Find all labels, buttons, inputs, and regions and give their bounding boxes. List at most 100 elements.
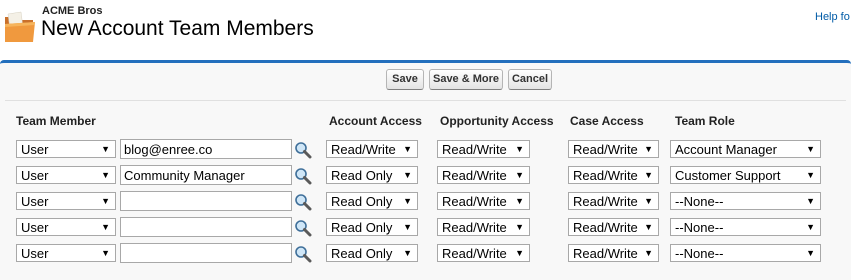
- account-access-select-value: Read Only: [331, 220, 393, 235]
- chevron-down-icon: ▼: [403, 170, 412, 180]
- member-type-select[interactable]: User ▼: [16, 244, 116, 262]
- account-access-select-value: Read Only: [331, 194, 393, 209]
- account-access-select[interactable]: Read Only ▼: [326, 244, 418, 262]
- case-access-select-value: Read/Write: [573, 142, 638, 157]
- chevron-down-icon: ▼: [403, 248, 412, 258]
- opportunity-access-select[interactable]: Read/Write ▼: [437, 244, 530, 262]
- member-type-select-value: User: [21, 220, 49, 235]
- team-role-select[interactable]: --None-- ▼: [670, 244, 821, 262]
- team-role-select[interactable]: Customer Support ▼: [670, 166, 821, 184]
- column-header-opportunity-access: Opportunity Access: [440, 114, 554, 128]
- account-access-select-value: Read Only: [331, 246, 393, 261]
- chevron-down-icon: ▼: [644, 170, 653, 180]
- account-access-select[interactable]: Read Only ▼: [326, 218, 418, 236]
- chevron-down-icon: ▼: [515, 222, 524, 232]
- chevron-down-icon: ▼: [403, 222, 412, 232]
- divider: [5, 100, 846, 101]
- chevron-down-icon: ▼: [515, 144, 524, 154]
- lookup-search-icon[interactable]: [294, 193, 312, 211]
- chevron-down-icon: ▼: [806, 144, 815, 154]
- opportunity-access-select[interactable]: Read/Write ▼: [437, 166, 530, 184]
- member-type-select[interactable]: User ▼: [16, 166, 116, 184]
- opportunity-access-select-value: Read/Write: [442, 246, 507, 261]
- team-role-select[interactable]: --None-- ▼: [670, 192, 821, 210]
- column-header-team-role: Team Role: [675, 114, 735, 128]
- member-name-input[interactable]: [120, 165, 292, 185]
- opportunity-access-select[interactable]: Read/Write ▼: [437, 140, 530, 158]
- case-access-select-value: Read/Write: [573, 168, 638, 183]
- account-access-select[interactable]: Read Only ▼: [326, 192, 418, 210]
- chevron-down-icon: ▼: [644, 222, 653, 232]
- column-header-team-member: Team Member: [16, 114, 96, 128]
- team-role-select-value: Customer Support: [675, 168, 781, 183]
- chevron-down-icon: ▼: [515, 196, 524, 206]
- page-header: ACME Bros New Account Team Members Help …: [0, 0, 851, 60]
- chevron-down-icon: ▼: [515, 248, 524, 258]
- chevron-down-icon: ▼: [644, 196, 653, 206]
- member-name-input[interactable]: [120, 217, 292, 237]
- opportunity-access-select-value: Read/Write: [442, 142, 507, 157]
- member-name-input[interactable]: [120, 191, 292, 211]
- chevron-down-icon: ▼: [101, 248, 110, 258]
- chevron-down-icon: ▼: [101, 222, 110, 232]
- lookup-search-icon[interactable]: [294, 245, 312, 263]
- opportunity-access-select[interactable]: Read/Write ▼: [437, 218, 530, 236]
- team-role-select-value: --None--: [675, 246, 724, 261]
- opportunity-access-select-value: Read/Write: [442, 168, 507, 183]
- chevron-down-icon: ▼: [806, 248, 815, 258]
- folder-icon: [5, 11, 35, 42]
- opportunity-access-select-value: Read/Write: [442, 220, 507, 235]
- chevron-down-icon: ▼: [806, 196, 815, 206]
- case-access-select[interactable]: Read/Write ▼: [568, 244, 659, 262]
- column-header-case-access: Case Access: [570, 114, 644, 128]
- team-members-panel: Save Save & More Cancel Team Member Acco…: [0, 60, 851, 280]
- member-type-select-value: User: [21, 246, 49, 261]
- chevron-down-icon: ▼: [806, 222, 815, 232]
- chevron-down-icon: ▼: [806, 170, 815, 180]
- member-name-input[interactable]: [120, 139, 292, 159]
- member-type-select[interactable]: User ▼: [16, 140, 116, 158]
- member-type-select[interactable]: User ▼: [16, 192, 116, 210]
- team-role-select-value: --None--: [675, 220, 724, 235]
- case-access-select[interactable]: Read/Write ▼: [568, 140, 659, 158]
- team-role-select-value: Account Manager: [675, 142, 777, 157]
- opportunity-access-select[interactable]: Read/Write ▼: [437, 192, 530, 210]
- team-role-select[interactable]: Account Manager ▼: [670, 140, 821, 158]
- chevron-down-icon: ▼: [644, 144, 653, 154]
- team-member-row: User▼Read Only▼Read/Write▼Read/Write▼Cus…: [0, 164, 851, 186]
- breadcrumb[interactable]: ACME Bros: [42, 5, 103, 17]
- case-access-select[interactable]: Read/Write ▼: [568, 218, 659, 236]
- save-button[interactable]: Save: [386, 69, 424, 90]
- account-access-select[interactable]: Read/Write ▼: [326, 140, 418, 158]
- case-access-select[interactable]: Read/Write ▼: [568, 166, 659, 184]
- chevron-down-icon: ▼: [515, 170, 524, 180]
- help-link[interactable]: Help fo: [815, 11, 850, 23]
- member-type-select-value: User: [21, 168, 49, 183]
- lookup-search-icon[interactable]: [294, 141, 312, 159]
- team-member-row: User ▼ Read Only ▼ Read/Write ▼ Read/Write ▼ --N…: [0, 190, 851, 212]
- member-name-input[interactable]: [120, 243, 292, 263]
- column-header-account-access: Account Access: [329, 114, 422, 128]
- case-access-select[interactable]: Read/Write ▼: [568, 192, 659, 210]
- chevron-down-icon: ▼: [101, 144, 110, 154]
- team-role-select[interactable]: --None-- ▼: [670, 218, 821, 236]
- case-access-select-value: Read/Write: [573, 246, 638, 261]
- page-title: New Account Team Members: [41, 17, 314, 40]
- account-access-select-value: Read Only: [331, 168, 393, 183]
- cancel-button[interactable]: Cancel: [508, 69, 552, 90]
- team-member-row: User ▼ Read Only ▼ Read/Write ▼ Read/Write ▼ --N…: [0, 216, 851, 238]
- case-access-select-value: Read/Write: [573, 194, 638, 209]
- lookup-search-icon[interactable]: [294, 219, 312, 237]
- lookup-search-icon[interactable]: [294, 167, 312, 185]
- member-type-select-value: User: [21, 142, 49, 157]
- chevron-down-icon: ▼: [101, 196, 110, 206]
- chevron-down-icon: ▼: [403, 144, 412, 154]
- member-type-select[interactable]: User ▼: [16, 218, 116, 236]
- case-access-select-value: Read/Write: [573, 220, 638, 235]
- save-and-more-button[interactable]: Save & More: [429, 69, 503, 90]
- member-type-select-value: User: [21, 194, 49, 209]
- team-member-row: User ▼ Read Only ▼ Read/Write ▼ Read/Write ▼ --N…: [0, 242, 851, 264]
- team-member-row: User▼Read/Write▼Read/Write▼Read/Write▼Ac…: [0, 138, 851, 160]
- chevron-down-icon: ▼: [403, 196, 412, 206]
- account-access-select[interactable]: Read Only ▼: [326, 166, 418, 184]
